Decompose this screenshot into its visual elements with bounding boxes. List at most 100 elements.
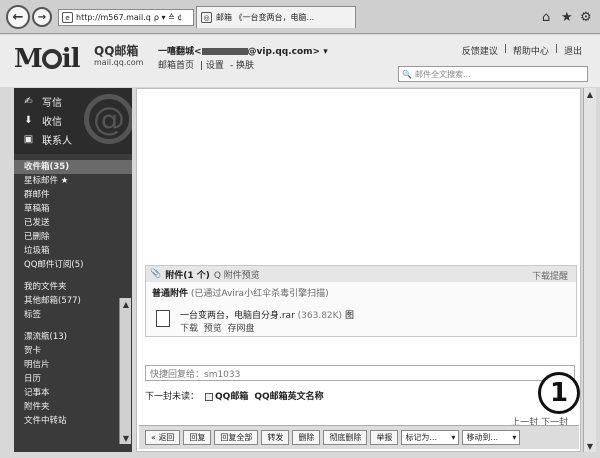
user-email: @vip.qq.com> bbox=[247, 47, 321, 57]
next-unread-label: 下一封未读： bbox=[145, 392, 200, 402]
download-reminder-link[interactable]: 下载提醒 bbox=[532, 269, 568, 282]
folder-sent[interactable]: 已发送 bbox=[14, 216, 132, 230]
contacts-label: 联系人 bbox=[42, 136, 72, 147]
delete-button[interactable]: 删除 bbox=[292, 430, 321, 445]
contacts-icon: ▣ bbox=[23, 134, 34, 145]
reply-button[interactable]: 回复 bbox=[183, 430, 212, 445]
app-drift-bottle[interactable]: 漂流瓶(13) bbox=[14, 330, 132, 344]
folder-starred[interactable]: 星标邮件 ★ bbox=[14, 174, 132, 188]
file-save-cloud-link[interactable]: 存网盘 bbox=[228, 324, 255, 334]
mail-envelope-icon bbox=[205, 392, 214, 401]
user-name[interactable]: 一嘻翻城< bbox=[158, 47, 202, 57]
user-info: 一嘻翻城< @vip.qq.com> ▾ 邮箱首页 | 设置 - 换肤 bbox=[158, 47, 328, 71]
file-download-link[interactable]: 下载 bbox=[180, 324, 198, 334]
redacted-email bbox=[201, 48, 248, 55]
step-number-badge: 1 bbox=[538, 372, 580, 414]
search-placeholder: 邮件全文搜索... bbox=[414, 69, 471, 79]
app-notepad[interactable]: 记事本 bbox=[14, 386, 132, 400]
link-logout[interactable]: 退出 bbox=[564, 44, 582, 57]
sidebar: ✍ 写信 ⬇ 收信 ▣ 联系人 @ 收件箱(35) 星标邮件 ★ 群邮件 草稿箱 已发… bbox=[14, 88, 132, 452]
folder-separator bbox=[14, 272, 132, 280]
attachment-header: 📎 附件(1 个) Q 附件预览 下载提醒 bbox=[146, 266, 576, 282]
folder-inbox[interactable]: 收件箱(35) bbox=[14, 160, 132, 174]
app-greeting-card[interactable]: 贺卡 bbox=[14, 344, 132, 358]
move-to-select[interactable]: 移动到... ▾ bbox=[462, 430, 521, 445]
folder-spam[interactable]: 垃圾箱 bbox=[14, 244, 132, 258]
folder-my-folders[interactable]: 我的文件夹 bbox=[14, 280, 132, 294]
mark-as-select[interactable]: 标记为... ▾ bbox=[401, 430, 460, 445]
folder-group[interactable]: 群邮件 bbox=[14, 188, 132, 202]
attachment-title: 附件(1 个) bbox=[165, 270, 210, 281]
next-unread: 下一封未读： QQ邮箱 QQ邮箱英文名称 bbox=[145, 389, 324, 402]
app-file-transfer[interactable]: 文件中转站 bbox=[14, 414, 132, 428]
logo-il: il bbox=[61, 44, 81, 74]
quick-reply-input[interactable]: 快捷回复给：sm1033 bbox=[145, 365, 575, 381]
page-icon: e bbox=[62, 12, 73, 23]
quick-reply-placeholder: 快捷回复给：sm1033 bbox=[150, 369, 241, 380]
home-icon[interactable]: ⌂ bbox=[542, 10, 550, 25]
folder-other-mailboxes[interactable]: 其他邮箱(577) bbox=[14, 294, 132, 308]
at-sign-watermark-icon: @ bbox=[84, 94, 132, 144]
sidebar-scrollbar[interactable]: ▲ ▼ bbox=[119, 298, 131, 444]
back-arrow-icon[interactable]: ← bbox=[6, 5, 30, 29]
paperclip-icon: 📎 bbox=[150, 269, 162, 279]
app-calendar[interactable]: 日历 bbox=[14, 372, 132, 386]
scroll-down-icon[interactable]: ▼ bbox=[120, 432, 132, 444]
mail-reading-pane: 📎 附件(1 个) Q 附件预览 下载提醒 普通附件 (已通过Avira小红伞杀… bbox=[136, 88, 581, 452]
link-help[interactable]: 帮助中心 bbox=[513, 44, 549, 57]
report-button[interactable]: 举报 bbox=[370, 430, 399, 445]
pen-icon: ✍ bbox=[24, 96, 33, 107]
sidebar-actions: ✍ 写信 ⬇ 收信 ▣ 联系人 @ bbox=[14, 88, 132, 154]
user-menu-chevron[interactable]: ▾ bbox=[323, 47, 328, 57]
address-text: http://m567.mail.q bbox=[76, 13, 151, 22]
delete-permanently-button[interactable]: 彻底删除 bbox=[323, 430, 368, 445]
logo-caption: QQ邮箱 mail.qq.com bbox=[94, 45, 143, 69]
folder-drafts[interactable]: 草稿箱 bbox=[14, 202, 132, 216]
receive-label: 收信 bbox=[42, 117, 62, 128]
forward-button[interactable]: 转发 bbox=[261, 430, 290, 445]
app-postcard[interactable]: 明信片 bbox=[14, 358, 132, 372]
file-preview-link[interactable]: 预览 bbox=[204, 324, 222, 334]
scroll-up-icon[interactable]: ▲ bbox=[120, 298, 132, 310]
logo-title: QQ邮箱 bbox=[94, 44, 139, 58]
back-button[interactable]: « 返回 bbox=[145, 430, 181, 445]
tab-favicon: ◎ bbox=[201, 12, 212, 23]
scroll-down-icon[interactable]: ▼ bbox=[584, 440, 596, 452]
mail-action-toolbar: « 返回 回复 回复全部 转发 删除 彻底删除 举报 标记为... ▾ 移动到..… bbox=[139, 425, 579, 449]
next-unread-sender: QQ邮箱 bbox=[215, 392, 249, 402]
star-icon[interactable]: ★ bbox=[561, 10, 573, 25]
file-size: (363.82K) bbox=[297, 311, 343, 321]
logo-domain: mail.qq.com bbox=[94, 58, 144, 67]
attachment-panel: 📎 附件(1 个) Q 附件预览 下载提醒 普通附件 (已通过Avira小红伞杀… bbox=[145, 265, 577, 337]
app-attachments[interactable]: 附件夹 bbox=[14, 400, 132, 414]
logo-m: M bbox=[14, 44, 43, 74]
forward-arrow-icon[interactable]: → bbox=[32, 7, 52, 27]
link-skin[interactable]: 换肤 bbox=[236, 61, 254, 71]
attachment-preview-all[interactable]: Q 附件预览 bbox=[214, 268, 260, 281]
page-scrollbar[interactable]: ▲ ▼ bbox=[583, 88, 596, 452]
folder-tags[interactable]: 标签 bbox=[14, 308, 132, 322]
download-icon: ⬇ bbox=[24, 115, 33, 126]
qq-mail-logo[interactable]: Mil bbox=[14, 44, 81, 74]
address-controls[interactable]: ρ ▾ ≙ ¢ bbox=[154, 13, 183, 22]
virus-scan-note: (已通过Avira小红伞杀毒引擎扫描) bbox=[190, 289, 329, 299]
folder-separator bbox=[14, 322, 132, 330]
file-name[interactable]: 一台变两台，电脑自分身.rar bbox=[180, 311, 295, 321]
mail-search-input[interactable]: 🔍 邮件全文搜索... bbox=[398, 66, 588, 82]
folder-deleted[interactable]: 已删除 bbox=[14, 230, 132, 244]
scroll-up-icon[interactable]: ▲ bbox=[584, 88, 596, 100]
attachment-body: 普通附件 (已通过Avira小红伞杀毒引擎扫描) bbox=[152, 288, 329, 300]
gear-icon[interactable]: ⚙ bbox=[580, 10, 592, 25]
link-settings[interactable]: 设置 bbox=[206, 61, 224, 71]
link-mail-home[interactable]: 邮箱首页 bbox=[158, 61, 194, 71]
tab-title: 邮箱 《一台变两台，电脑... bbox=[216, 13, 315, 22]
next-unread-link[interactable]: QQ邮箱 bbox=[205, 389, 248, 402]
link-feedback[interactable]: 反馈建议 bbox=[462, 44, 498, 57]
reply-all-button[interactable]: 回复全部 bbox=[214, 430, 259, 445]
chevron-down-icon: ▾ bbox=[512, 433, 517, 442]
folder-list: 收件箱(35) 星标邮件 ★ 群邮件 草稿箱 已发送 已删除 垃圾箱 QQ邮件订… bbox=[14, 160, 132, 428]
next-unread-subject[interactable]: QQ邮箱英文名称 bbox=[254, 389, 323, 402]
address-bar[interactable]: e http://m567.mail.q ρ ▾ ≙ ¢ bbox=[58, 9, 194, 26]
browser-tab[interactable]: ◎ 邮箱 《一台变两台，电脑... bbox=[196, 6, 356, 28]
folder-subscriptions[interactable]: QQ邮件订阅(5) bbox=[14, 258, 132, 272]
